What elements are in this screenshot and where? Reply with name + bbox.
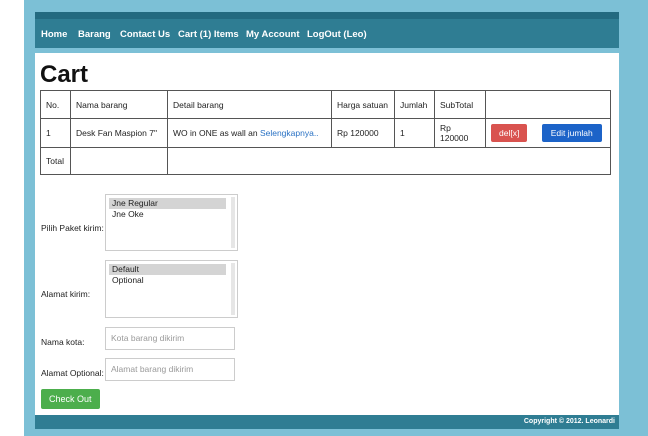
cell-subtotal: Rp 120000	[434, 118, 486, 148]
cell-total-empty	[70, 147, 168, 175]
main-content: Cart No. Nama barang Detail barang Harga…	[35, 53, 619, 415]
alamat-option-optional[interactable]: Optional	[109, 275, 226, 286]
paket-label: Pilih Paket kirim:	[41, 223, 104, 233]
total-row: Total	[40, 147, 611, 175]
alamat-optional-label: Alamat Optional:	[41, 368, 104, 378]
alamat-scrollbar[interactable]	[231, 263, 235, 315]
paket-select[interactable]: Jne Regular Jne Oke	[105, 194, 238, 251]
nav-account[interactable]: My Account	[246, 29, 299, 40]
cell-nama: Desk Fan Maspion 7"	[70, 118, 168, 148]
cell-actions: del[x] Edit jumlah	[485, 118, 611, 148]
header-harga: Harga satuan	[331, 90, 395, 119]
detail-link[interactable]: Selengkapnya..	[260, 128, 319, 138]
footer: Copyright © 2012. Leonardi	[35, 415, 619, 429]
copyright-text: Copyright © 2012. Leonardi	[523, 418, 615, 425]
checkout-button[interactable]: Check Out	[41, 389, 100, 409]
nav-home[interactable]: Home	[41, 29, 67, 40]
cell-no: 1	[40, 118, 71, 148]
cell-total-value	[167, 147, 611, 175]
header-nama: Nama barang	[70, 90, 168, 119]
kota-label: Nama kota:	[41, 337, 85, 347]
kota-input[interactable]: Kota barang dikirim	[105, 327, 235, 350]
cart-table: No. Nama barang Detail barang Harga satu…	[40, 90, 611, 175]
nav-cart[interactable]: Cart (1) Items	[178, 29, 239, 40]
navbar: Home Barang Contact Us Cart (1) Items My…	[35, 12, 619, 48]
paket-option-regular[interactable]: Jne Regular	[109, 198, 226, 209]
paket-option-oke[interactable]: Jne Oke	[109, 209, 226, 220]
alamat-label: Alamat kirim:	[41, 289, 91, 299]
cell-harga: Rp 120000	[331, 118, 395, 148]
edit-quantity-button[interactable]: Edit jumlah	[541, 124, 602, 142]
header-no: No.	[40, 90, 71, 119]
nav-barang[interactable]: Barang	[78, 29, 111, 40]
cell-total-label: Total	[40, 147, 71, 175]
header-jumlah: Jumlah	[394, 90, 435, 119]
detail-text: WO in ONE as wall an	[173, 128, 258, 138]
table-header-row: No. Nama barang Detail barang Harga satu…	[40, 90, 611, 119]
header-detail: Detail barang	[167, 90, 332, 119]
paket-scrollbar[interactable]	[231, 197, 235, 248]
cell-detail: WO in ONE as wall an Selengkapnya..	[167, 118, 332, 148]
cell-jumlah: 1	[394, 118, 435, 148]
header-actions	[485, 90, 611, 119]
alamat-optional-input[interactable]: Alamat barang dikirim	[105, 358, 235, 381]
table-row: 1 Desk Fan Maspion 7" WO in ONE as wall …	[40, 118, 611, 148]
nav-logout[interactable]: LogOut (Leo)	[307, 29, 367, 40]
alamat-option-default[interactable]: Default	[109, 264, 226, 275]
alamat-select[interactable]: Default Optional	[105, 260, 238, 318]
page-title: Cart	[40, 61, 89, 88]
header-subtotal: SubTotal	[434, 90, 486, 119]
delete-button[interactable]: del[x]	[491, 124, 528, 142]
nav-contact[interactable]: Contact Us	[120, 29, 170, 40]
